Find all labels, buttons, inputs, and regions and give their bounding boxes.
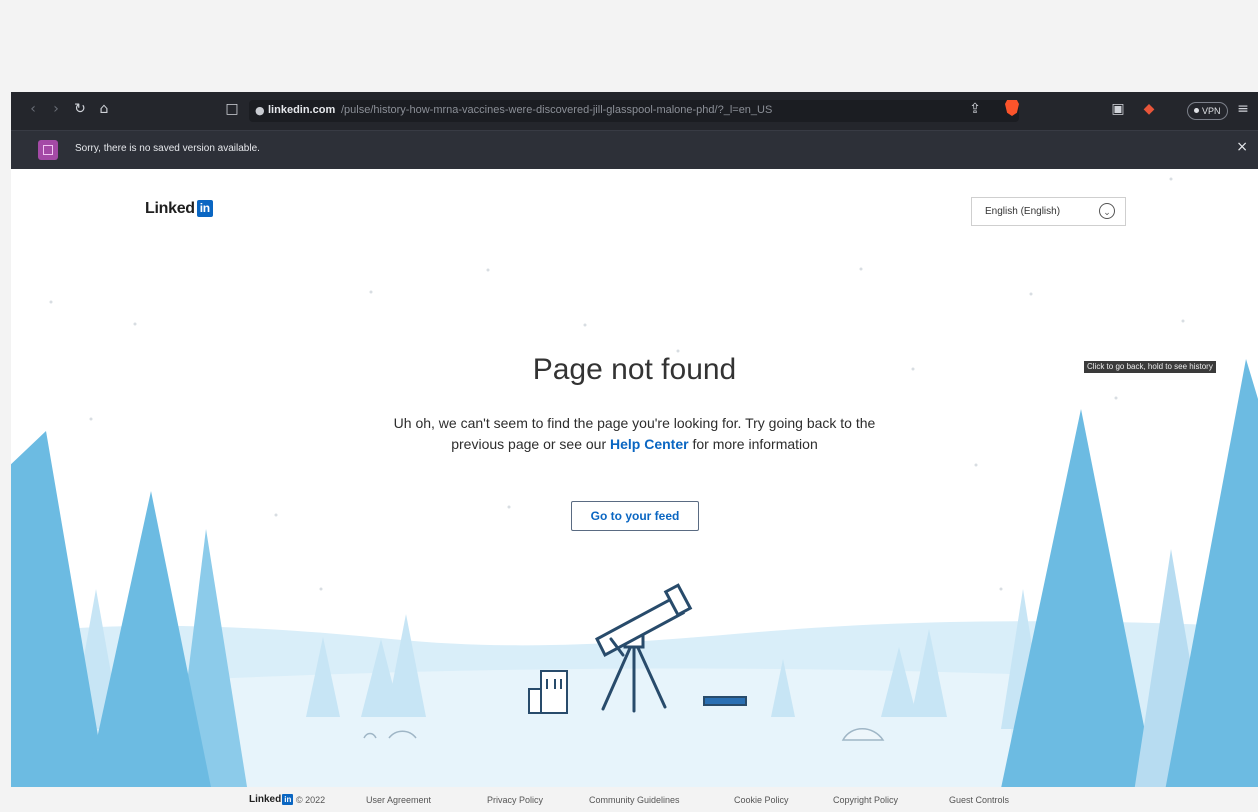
footer-logo-text: Linked [249,794,282,805]
url-path: /pulse/history-how-mrna-vaccines-were-di… [341,104,773,116]
error-description: Uh oh, we can't seem to find the page yo… [391,413,878,455]
footer-link-copyright-policy[interactable]: Copyright Policy [833,795,898,805]
address-bar[interactable]: ● linkedin.com /pulse/history-how-mrna-v… [249,100,1019,122]
infobar-message: Sorry, there is no saved version availab… [75,143,260,154]
forward-icon[interactable]: › [47,99,65,119]
back-tooltip: Click to go back, hold to see history [1084,361,1216,373]
go-to-feed-button[interactable]: Go to your feed [571,501,699,531]
help-center-link[interactable]: Help Center [610,436,689,452]
lock-icon: ● [255,104,265,117]
footer-link-cookie-policy[interactable]: Cookie Policy [734,795,789,805]
vpn-button[interactable]: VPN [1187,102,1228,120]
footer-logo-badge: in [282,794,294,805]
vpn-label: VPN [1202,106,1221,116]
reload-icon[interactable]: ↻ [71,99,89,119]
share-icon[interactable]: ⇪ [966,99,984,119]
background-illustration [11,177,1258,812]
footer-copyright: © 2022 [296,795,326,805]
desc-after: for more information [688,436,818,452]
logo-badge: in [196,200,213,217]
footer: Linked in © 2022 User Agreement Privacy P… [0,787,1258,812]
page-title: Page not found [532,353,737,386]
logo-text: Linked [145,200,195,217]
close-icon[interactable]: × [1236,139,1248,155]
chevron-down-icon: ⌄ [1099,203,1115,219]
linkedin-logo[interactable]: Linked in [145,200,213,218]
footer-link-community-guidelines[interactable]: Community Guidelines [589,795,680,805]
infobar: Sorry, there is no saved version availab… [11,130,1258,169]
footer-logo[interactable]: Linked in [249,794,294,805]
rewards-icon[interactable]: ◆ [1140,99,1158,119]
page-content: Linked in English (English) ⌄ Page not fo… [11,169,1258,812]
big-trees-left [11,431,251,812]
vpn-status-dot [1194,108,1199,113]
back-icon[interactable]: ‹ [24,99,42,119]
wayback-icon [38,140,58,160]
sidebar-icon[interactable]: ▣ [1109,99,1127,119]
language-value: English (English) [985,206,1061,217]
language-select[interactable]: English (English) ⌄ [971,197,1126,226]
menu-icon[interactable]: ≡ [1234,99,1252,119]
big-trees-right [996,359,1258,812]
browser-window: ‹ › ↻ ⌂ □ ● linkedin.com /pulse/history-… [11,92,1258,812]
url-host: linkedin.com [268,104,336,116]
book [703,696,747,706]
browser-toolbar: ‹ › ↻ ⌂ □ ● linkedin.com /pulse/history-… [11,92,1258,130]
bookmark-icon[interactable]: □ [223,99,241,119]
home-icon[interactable]: ⌂ [95,99,113,119]
footer-link-guest-controls[interactable]: Guest Controls [949,795,1009,805]
footer-link-user-agreement[interactable]: User Agreement [366,795,431,805]
footer-link-privacy-policy[interactable]: Privacy Policy [487,795,543,805]
desktop-background [0,0,1258,92]
